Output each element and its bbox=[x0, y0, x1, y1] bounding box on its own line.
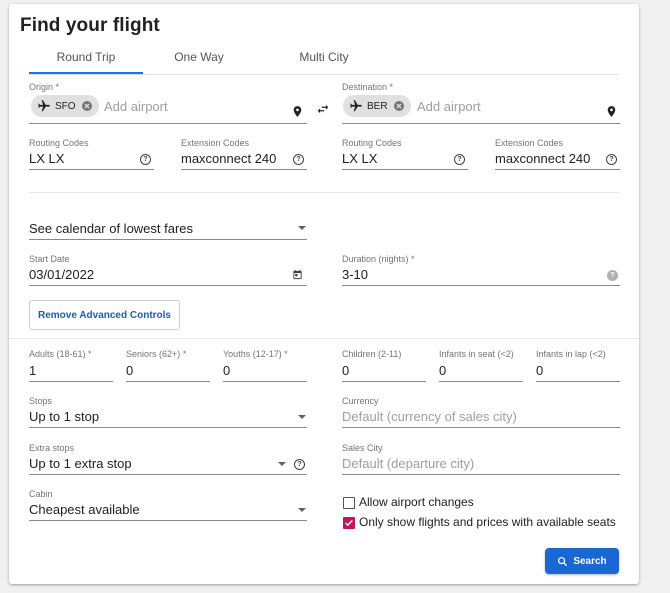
help-icon[interactable]: ? bbox=[454, 154, 465, 165]
youths-underline bbox=[223, 381, 307, 382]
search-button-label: Search bbox=[573, 555, 607, 567]
destination-extension-label: Extension Codes bbox=[495, 138, 564, 148]
calendar-icon[interactable] bbox=[292, 269, 303, 280]
infants-lap-underline bbox=[536, 381, 620, 382]
allow-airport-changes-label: Allow airport changes bbox=[359, 495, 474, 509]
location-pin-icon bbox=[293, 106, 302, 117]
help-icon[interactable]: ? bbox=[293, 154, 304, 165]
sales-city-label: Sales City bbox=[342, 443, 383, 453]
available-seats-label: Only show flights and prices with availa… bbox=[359, 515, 616, 529]
help-icon[interactable]: ? bbox=[607, 270, 618, 281]
currency-label: Currency bbox=[342, 396, 379, 406]
page-title: Find your flight bbox=[20, 15, 160, 36]
allow-airport-changes-checkbox[interactable] bbox=[343, 497, 355, 509]
section-divider bbox=[9, 338, 639, 339]
cabin-underline bbox=[29, 520, 307, 521]
destination-chip[interactable]: BER bbox=[343, 95, 411, 117]
calendar-select[interactable]: See calendar of lowest fares bbox=[29, 221, 193, 236]
available-seats-checkbox[interactable] bbox=[343, 517, 355, 529]
airplane-icon bbox=[38, 100, 50, 112]
tab-round-trip[interactable]: Round Trip bbox=[29, 50, 143, 64]
start-date-label: Start Date bbox=[29, 254, 70, 264]
remove-advanced-controls-button[interactable]: Remove Advanced Controls bbox=[29, 300, 180, 330]
duration-label: Duration (nights) * bbox=[342, 254, 415, 264]
cabin-select[interactable]: Cheapest available bbox=[29, 502, 140, 517]
origin-airport-input[interactable]: Add airport bbox=[104, 99, 168, 114]
help-icon[interactable]: ? bbox=[294, 459, 305, 470]
remove-chip-icon[interactable] bbox=[393, 100, 405, 112]
extra-stops-label: Extra stops bbox=[29, 443, 75, 453]
chevron-down-icon bbox=[278, 462, 286, 466]
chevron-down-icon bbox=[298, 226, 306, 230]
extra-stops-select[interactable]: Up to 1 extra stop bbox=[29, 456, 132, 471]
infants-lap-input[interactable]: 0 bbox=[536, 363, 543, 378]
youths-input[interactable]: 0 bbox=[223, 363, 230, 378]
sales-city-input[interactable]: Default (departure city) bbox=[342, 456, 474, 471]
search-icon bbox=[558, 556, 568, 566]
origin-extension-label: Extension Codes bbox=[181, 138, 250, 148]
origin-routing-input[interactable]: LX LX bbox=[29, 151, 64, 166]
currency-underline bbox=[342, 427, 620, 428]
origin-chip-code: SFO bbox=[55, 100, 76, 112]
help-icon[interactable]: ? bbox=[606, 154, 617, 165]
origin-underline bbox=[29, 123, 307, 124]
currency-input[interactable]: Default (currency of sales city) bbox=[342, 409, 517, 424]
adults-input[interactable]: 1 bbox=[29, 363, 36, 378]
checkmark-icon bbox=[345, 519, 353, 527]
stops-label: Stops bbox=[29, 396, 53, 406]
swap-icon[interactable] bbox=[316, 102, 330, 116]
adults-underline bbox=[29, 381, 113, 382]
children-underline bbox=[342, 381, 426, 382]
calendar-underline bbox=[29, 239, 307, 240]
destination-extension-underline bbox=[495, 169, 620, 170]
infants-seat-underline bbox=[439, 381, 523, 382]
cabin-label: Cabin bbox=[29, 489, 53, 499]
destination-underline bbox=[342, 123, 620, 124]
destination-routing-underline bbox=[342, 169, 468, 170]
seniors-input[interactable]: 0 bbox=[126, 363, 133, 378]
youths-label: Youths (12-17) * bbox=[223, 349, 288, 359]
seniors-underline bbox=[126, 381, 210, 382]
location-pin-icon bbox=[607, 106, 616, 117]
origin-routing-underline bbox=[29, 169, 154, 170]
seniors-label: Seniors (62+) * bbox=[126, 349, 187, 359]
origin-routing-label: Routing Codes bbox=[29, 138, 89, 148]
destination-airport-input[interactable]: Add airport bbox=[417, 99, 481, 114]
origin-chip[interactable]: SFO bbox=[31, 95, 99, 117]
active-tab-indicator bbox=[29, 72, 143, 74]
section-divider bbox=[29, 192, 620, 193]
infants-seat-input[interactable]: 0 bbox=[439, 363, 446, 378]
stops-underline bbox=[29, 427, 307, 428]
start-date-input[interactable]: 03/01/2022 bbox=[29, 267, 94, 282]
search-button[interactable]: Search bbox=[545, 548, 619, 574]
start-date-underline bbox=[29, 285, 307, 286]
duration-input[interactable]: 3-10 bbox=[342, 267, 368, 282]
chevron-down-icon bbox=[298, 508, 306, 512]
flight-search-card: Find your flight Round Trip One Way Mult… bbox=[9, 4, 639, 584]
remove-chip-icon[interactable] bbox=[81, 100, 93, 112]
chevron-down-icon bbox=[298, 415, 306, 419]
origin-extension-underline bbox=[181, 169, 307, 170]
origin-label: Origin * bbox=[29, 82, 60, 92]
infants-lap-label: Infants in lap (<2) bbox=[536, 349, 606, 359]
tab-one-way[interactable]: One Way bbox=[149, 50, 249, 64]
adults-label: Adults (18-61) * bbox=[29, 349, 92, 359]
duration-underline bbox=[342, 285, 620, 286]
children-input[interactable]: 0 bbox=[342, 363, 349, 378]
sales-city-underline bbox=[342, 474, 620, 475]
destination-routing-input[interactable]: LX LX bbox=[342, 151, 377, 166]
airplane-icon bbox=[350, 100, 362, 112]
trip-type-tabs: Round Trip One Way Multi City bbox=[29, 44, 619, 75]
extra-stops-underline bbox=[29, 474, 307, 475]
destination-chip-code: BER bbox=[367, 100, 388, 112]
destination-routing-label: Routing Codes bbox=[342, 138, 402, 148]
destination-extension-input[interactable]: maxconnect 240 bbox=[495, 151, 590, 166]
tab-multi-city[interactable]: Multi City bbox=[274, 50, 374, 64]
children-label: Children (2-11) bbox=[342, 349, 402, 359]
origin-extension-input[interactable]: maxconnect 240 bbox=[181, 151, 276, 166]
stops-select[interactable]: Up to 1 stop bbox=[29, 409, 99, 424]
help-icon[interactable]: ? bbox=[140, 154, 151, 165]
destination-label: Destination * bbox=[342, 82, 394, 92]
infants-seat-label: Infants in seat (<2) bbox=[439, 349, 514, 359]
